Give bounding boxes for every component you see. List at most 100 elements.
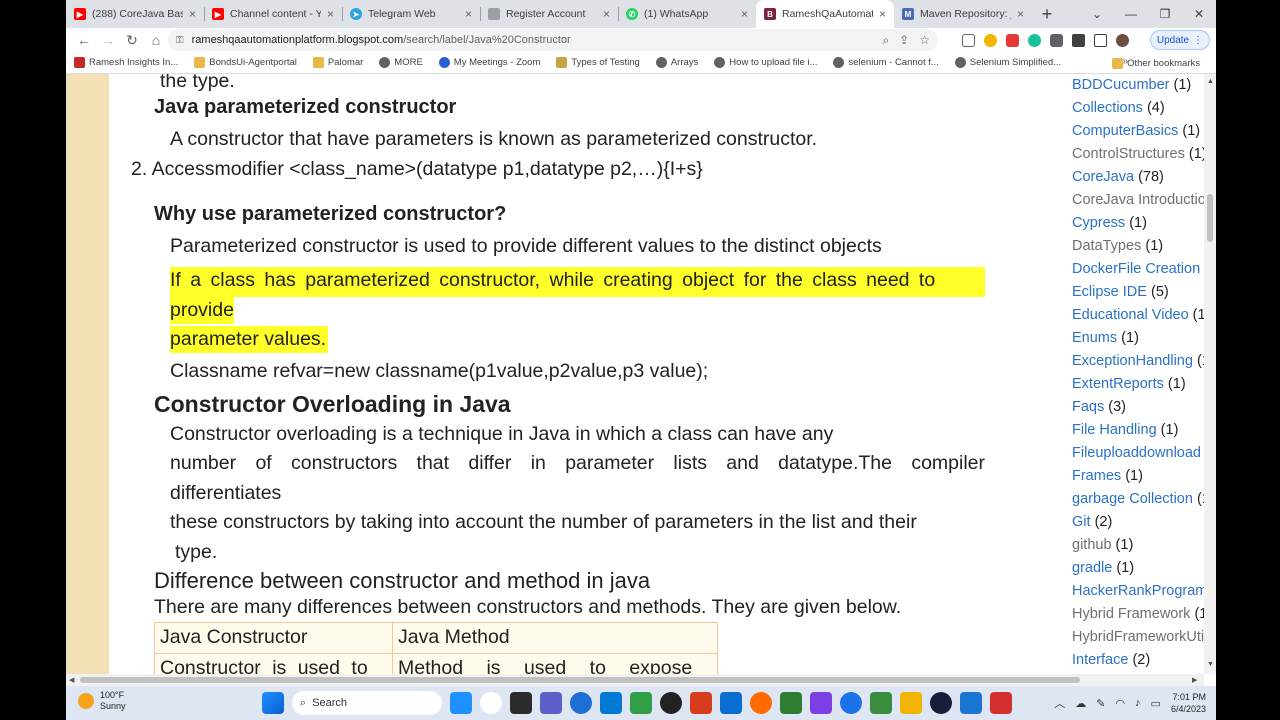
taskbar-app-icon[interactable] [660,692,682,714]
tab-channel-content[interactable]: ▶ Channel content - YouTube × [204,0,342,28]
label-name[interactable]: ControlStructures [1072,146,1185,162]
label-name[interactable]: HybridFrameworkUtils [1072,629,1206,645]
minimize-icon[interactable]: — [1114,0,1148,28]
taskbar-app-icon[interactable] [540,692,562,714]
label-link[interactable]: CoreJava Introduction [1072,192,1206,208]
taskbar-app-icon[interactable] [870,692,892,714]
pen-icon[interactable]: ✎ [1096,697,1105,710]
avatar[interactable] [1116,33,1129,47]
label-name[interactable]: Educational Video [1072,307,1189,323]
taskbar-app-icon[interactable] [510,692,532,714]
label-link[interactable]: Collections (4) [1072,100,1165,116]
label-name[interactable]: garbage Collection [1072,491,1193,507]
taskbar-app-icon[interactable] [750,692,772,714]
label-name[interactable]: DockerFile Creation [1072,261,1200,277]
label-name[interactable]: github [1072,537,1112,553]
label-link[interactable]: ControlStructures (1) [1072,146,1206,162]
tab-rameshqa-active[interactable]: B RameshQaAutomation × [756,0,894,28]
maximize-icon[interactable]: ❐ [1148,0,1182,28]
other-bookmarks[interactable]: Other bookmarks [1104,52,1208,74]
url-text[interactable]: rameshqaautomationplatform.blogspot.com/… [192,34,571,46]
taskbar-app-icon[interactable] [570,692,592,714]
bookmark-item[interactable]: BondsUi-Agentportal [186,57,305,68]
label-name[interactable]: CoreJava [1072,169,1134,185]
close-tab-icon[interactable]: × [741,7,748,21]
new-tab-button[interactable]: + [1032,0,1062,28]
taskbar-app-icon[interactable] [900,692,922,714]
label-name[interactable]: Collections [1072,100,1143,116]
taskbar-app-icon[interactable] [630,692,652,714]
clock[interactable]: 7:01 PM 6/4/2023 [1171,691,1206,715]
home-icon[interactable]: ⌂ [144,32,168,48]
label-name[interactable]: Fileuploaddownload [1072,445,1201,461]
label-name[interactable]: Interface [1072,652,1128,668]
label-link[interactable]: HackerRankPrograms [1072,583,1206,599]
scroll-down-icon[interactable]: ▼ [1207,661,1214,668]
label-link[interactable]: github (1) [1072,537,1133,553]
scrollbar-thumb[interactable] [1207,194,1213,242]
extensions-puzzle-icon[interactable] [1072,33,1085,47]
vertical-scrollbar[interactable]: ▲ ▼ [1204,74,1216,674]
label-link[interactable]: Faqs (3) [1072,399,1126,415]
taskbar-app-icon[interactable] [780,692,802,714]
battery-icon[interactable]: ▭ [1151,697,1161,710]
label-name[interactable]: BDDCucumber [1072,77,1170,93]
label-link[interactable]: Eclipse IDE (5) [1072,284,1169,300]
label-link[interactable]: BDDCucumber (1) [1072,77,1191,93]
label-link[interactable]: gradle (1) [1072,560,1134,576]
bookmark-item[interactable]: Ramesh Insights In... [66,57,186,68]
update-button[interactable]: Update ⋮ [1150,30,1210,50]
tab-search-icon[interactable]: ⌄ [1080,0,1114,28]
bookmark-item[interactable]: Arrays [648,57,706,68]
label-name[interactable]: DataTypes [1072,238,1141,254]
taskbar-app-icon[interactable] [690,692,712,714]
taskbar-search[interactable]: ⌕ Search [292,691,442,715]
taskbar-app-icon[interactable] [600,692,622,714]
close-tab-icon[interactable]: × [1017,7,1024,21]
taskbar-app-icon[interactable] [990,692,1012,714]
label-link[interactable]: Educational Video (1) [1072,307,1206,323]
label-link[interactable]: File Handling (1) [1072,422,1178,438]
label-link[interactable]: Fileuploaddownload (1 [1072,445,1206,461]
zoom-icon[interactable]: ⌕ [882,33,889,48]
taskbar-app-icon[interactable] [840,692,862,714]
label-name[interactable]: HackerRankPrograms [1072,583,1206,599]
label-name[interactable]: ComputerBasics [1072,123,1178,139]
label-link[interactable]: DataTypes (1) [1072,238,1163,254]
label-link[interactable]: Enums (1) [1072,330,1139,346]
bookmark-item[interactable]: selenium - Cannot f... [825,57,946,68]
bookmark-star-icon[interactable]: ☆ [919,33,930,47]
bookmark-item[interactable]: Selenium Simplified... [947,57,1069,68]
tab-corejava-basics[interactable]: ▶ (288) CoreJava Basics × [66,0,204,28]
back-icon[interactable]: ← [72,32,96,48]
label-link[interactable]: Cypress (1) [1072,215,1147,231]
label-link[interactable]: Git (2) [1072,514,1112,530]
tab-maven-repository[interactable]: M Maven Repository: java × [894,0,1032,28]
label-link[interactable]: HybridFrameworkUtils [1072,629,1206,645]
close-tab-icon[interactable]: × [465,7,472,21]
label-name[interactable]: Hybrid Framework [1072,606,1190,622]
start-icon[interactable] [262,692,284,714]
horizontal-scrollbar[interactable]: ◀ ▶ [66,674,1204,686]
bookmark-item[interactable]: How to upload file i... [706,57,825,68]
label-link[interactable]: Hybrid Framework (1) [1072,606,1206,622]
close-tab-icon[interactable]: × [879,7,886,21]
share-icon[interactable]: ⇪ [899,33,909,47]
label-name[interactable]: Git [1072,514,1091,530]
scroll-left-icon[interactable]: ◀ [69,676,74,684]
extension-icon[interactable] [1050,33,1063,47]
label-link[interactable]: Interface (2) [1072,652,1150,668]
close-window-icon[interactable]: ✕ [1182,0,1216,28]
bookmark-item[interactable]: My Meetings - Zoom [431,57,549,68]
scroll-right-icon[interactable]: ▶ [1192,676,1197,684]
label-name[interactable]: ExceptionHandling [1072,353,1193,369]
label-name[interactable]: Eclipse IDE [1072,284,1147,300]
label-link[interactable]: garbage Collection (1 [1072,491,1206,507]
scrollbar-thumb[interactable] [80,677,1080,683]
grammarly-icon[interactable] [1028,33,1041,47]
sidepanel-icon[interactable] [1094,33,1107,47]
label-link[interactable]: ComputerBasics (1) [1072,123,1200,139]
label-name[interactable]: CoreJava Introduction [1072,192,1206,208]
address-bar[interactable]: ⚿ rameshqaautomationplatform.blogspot.co… [168,29,938,51]
bookmark-item[interactable]: MORE [371,57,431,68]
